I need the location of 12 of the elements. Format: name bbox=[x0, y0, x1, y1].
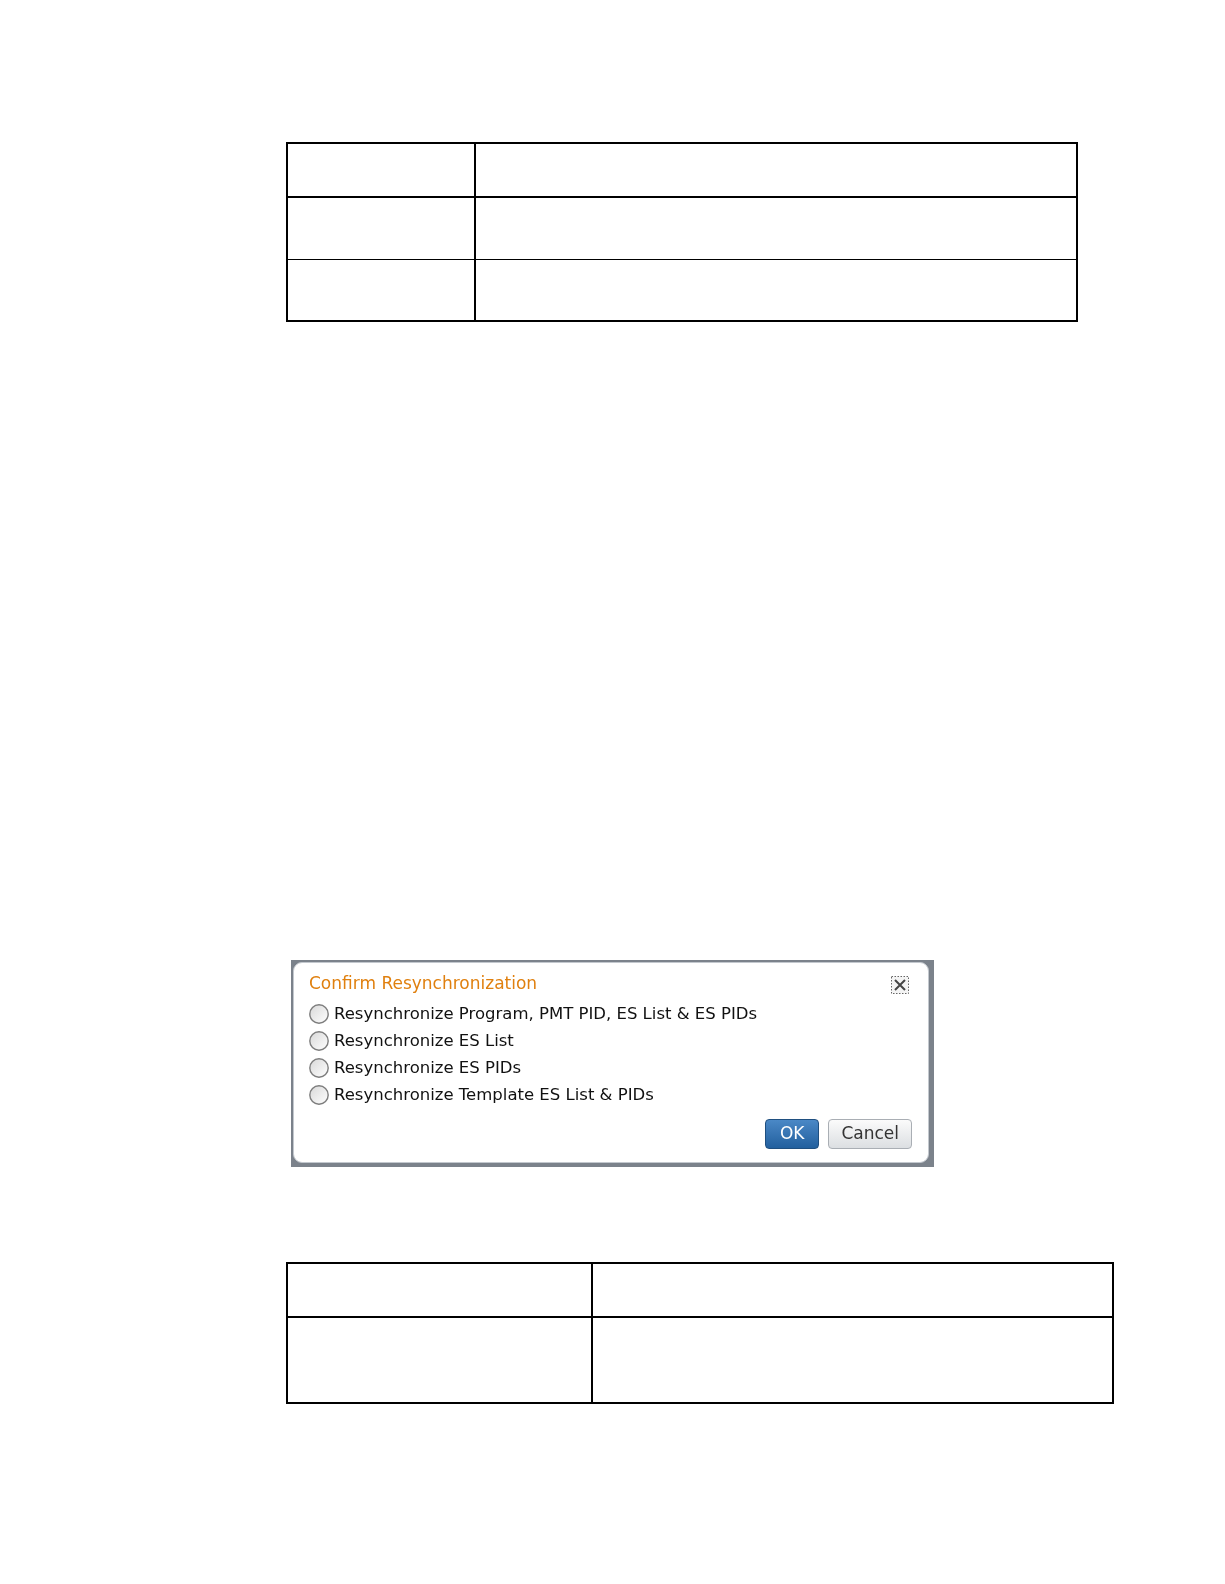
close-icon[interactable] bbox=[891, 975, 909, 994]
ok-button[interactable]: OK bbox=[764, 1119, 820, 1149]
dialog-title: Confirm Resynchronization bbox=[309, 972, 538, 995]
option-label: Resynchronize Template ES List & PIDs bbox=[334, 1084, 654, 1105]
option-label: Resynchronize ES PIDs bbox=[334, 1057, 522, 1078]
radio-button[interactable] bbox=[309, 1057, 329, 1078]
radio-button[interactable] bbox=[309, 1030, 329, 1051]
cancel-button[interactable]: Cancel bbox=[828, 1119, 912, 1149]
option-label: Resynchronize Program, PMT PID, ES List & ES PIDs bbox=[334, 1003, 758, 1024]
option-label: Resynchronize ES List bbox=[334, 1030, 514, 1051]
radio-button[interactable] bbox=[309, 1003, 329, 1024]
radio-button[interactable] bbox=[309, 1084, 329, 1105]
